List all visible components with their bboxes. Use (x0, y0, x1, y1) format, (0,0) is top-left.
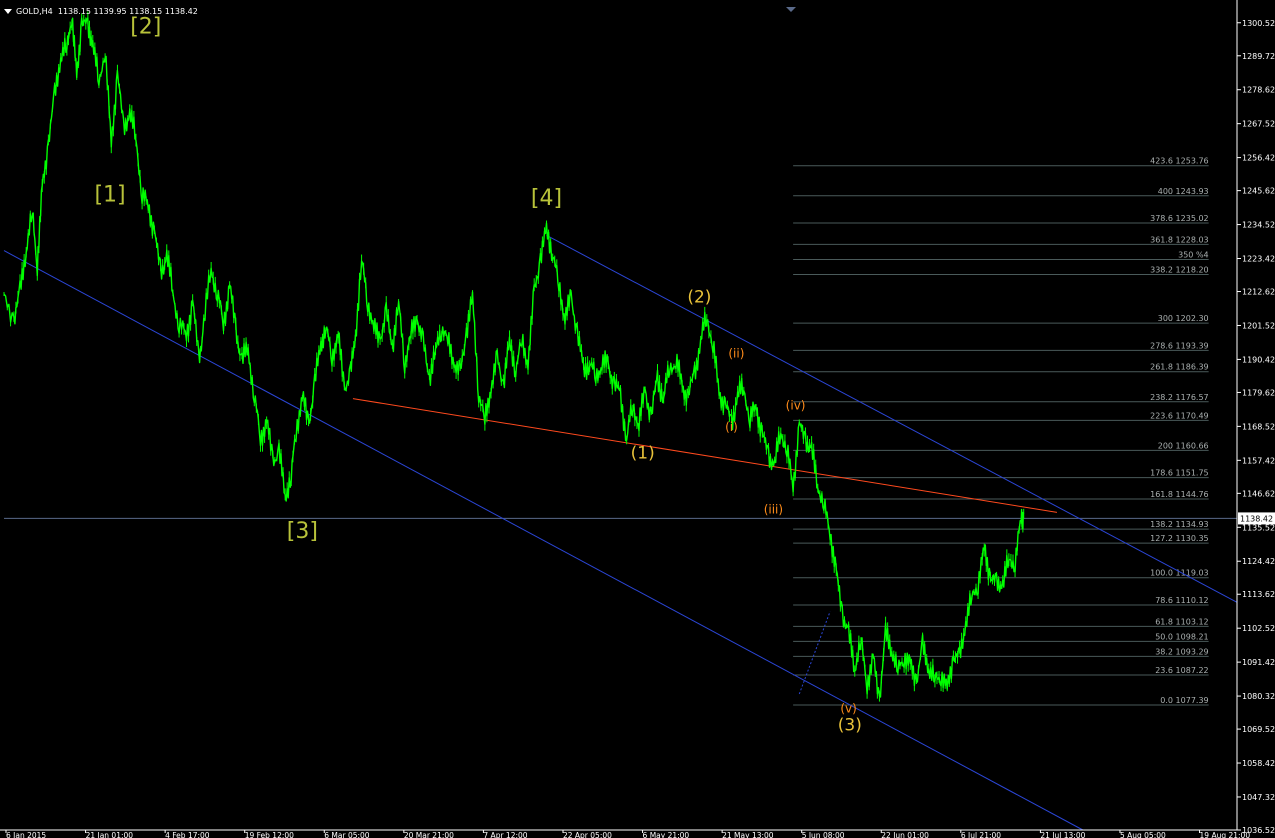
wave-label: (v) (840, 701, 856, 715)
y-tick-label: 1256.42 (1242, 154, 1275, 163)
x-tick-label: 22 Jun 01:00 (881, 831, 929, 838)
fib-level-label: 278.6 1193.39 (1150, 341, 1209, 350)
fib-level-label: 78.6 1110.12 (1155, 596, 1208, 605)
y-tick-label: 1190.42 (1242, 355, 1275, 364)
y-tick-label: 1245.62 (1242, 187, 1275, 196)
y-tick-label: 1168.52 (1242, 422, 1275, 431)
y-tick-label: 1058.42 (1242, 759, 1275, 768)
x-tick-label: 4 Feb 17:00 (165, 831, 210, 838)
fib-level-label: 38.2 1093.29 (1155, 647, 1208, 656)
wave-label: [3] (287, 519, 318, 544)
y-tick-label: 1135.52 (1242, 523, 1275, 532)
fib-level-label: 223.6 1170.49 (1150, 411, 1209, 420)
fib-level-label: 138.2 1134.93 (1150, 520, 1209, 529)
wave-label: (i) (725, 420, 738, 434)
fib-level-label: 338.2 1218.20 (1150, 265, 1209, 274)
price-chart: 423.6 1253.76 400 1243.93 378.6 1235.02 361… (0, 0, 1275, 838)
fib-level-label: 161.8 1144.76 (1150, 490, 1209, 499)
y-tick-label: 1069.52 (1242, 725, 1275, 734)
y-tick-label: 1234.52 (1242, 221, 1275, 230)
fib-level-label: 23.6 1087.22 (1155, 666, 1208, 675)
x-tick-label: 5 Aug 05:00 (1120, 831, 1166, 838)
y-tick-label: 1212.62 (1242, 288, 1275, 297)
wave-label: (3) (838, 716, 862, 736)
fib-level-label: 61.8 1103.12 (1155, 617, 1208, 626)
x-tick-label: 21 May 13:00 (722, 831, 774, 838)
fib-level-label: 100.0 1119.03 (1150, 569, 1209, 578)
x-tick-label: 6 May 21:00 (643, 831, 690, 838)
x-tick-label: 6 Jan 2015 (6, 831, 46, 838)
y-tick-label: 1223.42 (1242, 255, 1275, 264)
fib-level-label: 350 %4 (1178, 250, 1209, 259)
wave-label: [2] (130, 15, 161, 40)
fib-level-label: 50.0 1098.21 (1155, 632, 1208, 641)
x-tick-label: 6 Mar 05:00 (324, 831, 370, 838)
fib-level-label: 361.8 1228.03 (1150, 235, 1209, 244)
fib-level-label: 378.6 1235.02 (1150, 214, 1209, 223)
current-price-label: 1138.42 (1240, 514, 1273, 523)
wave-label: (2) (687, 288, 711, 308)
fib-level-label: 261.8 1186.39 (1150, 363, 1209, 372)
y-tick-label: 1113.62 (1242, 590, 1275, 599)
chart-background (0, 0, 1275, 838)
x-tick-label: 7 Apr 12:00 (483, 831, 527, 838)
y-tick-label: 1179.62 (1242, 388, 1275, 397)
wave-label: (1) (631, 444, 655, 464)
fib-level-label: 300 1202.30 (1158, 314, 1209, 323)
y-tick-label: 1289.72 (1242, 52, 1275, 61)
x-tick-label: 19 Feb 12:00 (245, 831, 294, 838)
symbol-menu-triangle-icon[interactable] (4, 9, 12, 14)
y-tick-label: 1102.52 (1242, 624, 1275, 633)
wave-label: (iii) (764, 503, 783, 517)
x-tick-label: 5 Jun 08:00 (802, 831, 845, 838)
y-tick-label: 1080.32 (1242, 692, 1275, 701)
y-tick-label: 1278.62 (1242, 86, 1275, 95)
wave-label: (ii) (728, 347, 744, 361)
fib-level-label: 127.2 1130.35 (1150, 534, 1209, 543)
y-tick-label: 1201.52 (1242, 321, 1275, 330)
x-tick-label: 22 Apr 05:00 (563, 831, 612, 838)
y-tick-label: 1124.42 (1242, 557, 1275, 566)
y-tick-label: 1267.52 (1242, 120, 1275, 129)
x-tick-label: 21 Jul 13:00 (1040, 831, 1085, 838)
fib-level-label: 0.0 1077.39 (1160, 696, 1208, 705)
fib-level-label: 423.6 1253.76 (1150, 157, 1209, 166)
wave-label: [1] (94, 183, 125, 208)
y-tick-label: 1300.52 (1242, 19, 1275, 28)
symbol-label: GOLD,H4 (16, 7, 53, 16)
x-tick-label: 21 Jan 01:00 (86, 831, 134, 838)
wave-label: (iv) (786, 399, 806, 413)
fib-level-label: 400 1243.93 (1158, 187, 1209, 196)
fib-level-label: 200 1160.66 (1158, 441, 1209, 450)
fib-level-label: 178.6 1151.75 (1150, 469, 1209, 478)
y-tick-label: 1091.42 (1242, 658, 1275, 667)
x-tick-label: 19 Aug 21:00 (1200, 831, 1251, 838)
ohlc-label: 1138.15 1139.95 1138.15 1138.42 (57, 7, 198, 16)
wave-label: [4] (531, 186, 562, 211)
x-tick-label: 20 Mar 21:00 (404, 831, 454, 838)
y-tick-label: 1146.62 (1242, 489, 1275, 498)
chart-header: GOLD,H4 1138.15 1139.95 1138.15 1138.42 (4, 7, 198, 16)
y-tick-label: 1157.42 (1242, 456, 1275, 465)
fib-level-label: 238.2 1176.57 (1150, 393, 1209, 402)
y-tick-label: 1047.32 (1242, 793, 1275, 802)
x-tick-label: 6 Jul 21:00 (961, 831, 1001, 838)
